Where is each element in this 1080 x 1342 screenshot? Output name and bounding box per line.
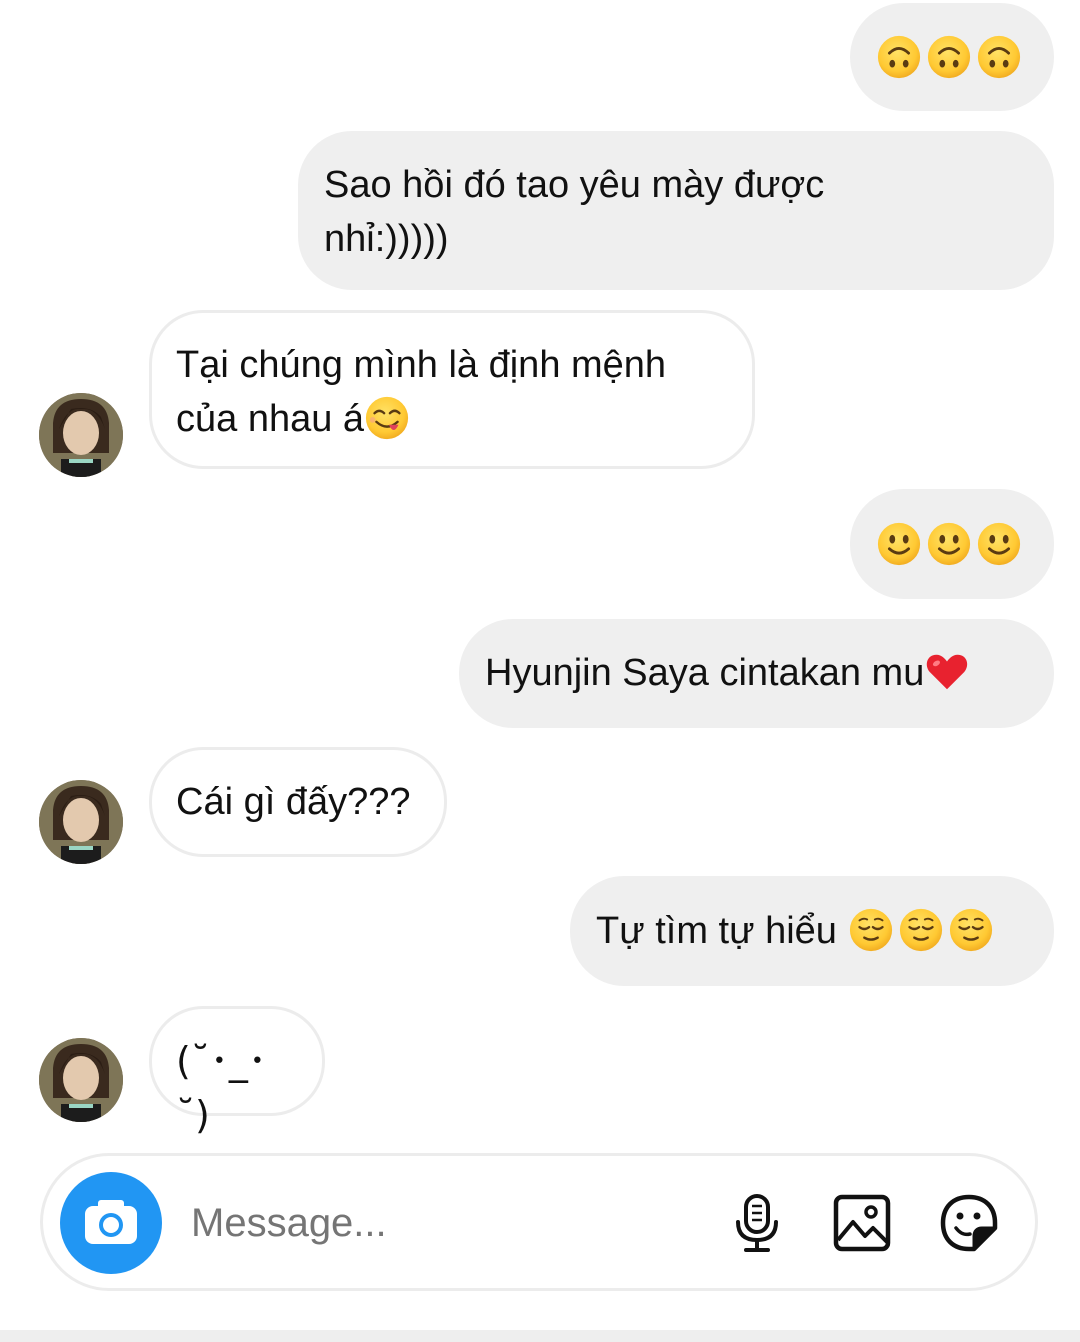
image-gallery-icon[interactable] bbox=[831, 1192, 893, 1254]
incoming-text-message[interactable]: Tại chúng mình là định mệnh của nhau á bbox=[149, 310, 755, 469]
slightly-smiling-face-icon bbox=[876, 521, 922, 567]
message-line: Cái gì đấy??? bbox=[176, 781, 411, 823]
contact-avatar[interactable] bbox=[39, 780, 123, 864]
camera-button[interactable] bbox=[60, 1172, 162, 1274]
face-savoring-food-icon bbox=[364, 395, 410, 441]
contact-avatar[interactable] bbox=[39, 393, 123, 477]
outgoing-emoji-message[interactable] bbox=[850, 3, 1054, 111]
message-line: (˘･_･˘) bbox=[176, 1039, 267, 1137]
outgoing-text-message[interactable]: Sao hồi đó tao yêu mày được nhỉ:))))) bbox=[298, 131, 1054, 290]
upside-down-face-icon bbox=[876, 34, 922, 80]
message-line: của nhau á bbox=[176, 398, 365, 440]
red-heart-icon bbox=[924, 649, 970, 695]
outgoing-text-message[interactable]: Hyunjin Saya cintakan mu bbox=[459, 619, 1054, 728]
outgoing-text-message[interactable]: Tự tìm tự hiểu bbox=[570, 876, 1054, 986]
message-line: Sao hồi đó tao yêu mày được bbox=[324, 164, 825, 206]
message-line: nhỉ:))))) bbox=[324, 218, 449, 260]
message-line: Tại chúng mình là định mệnh bbox=[176, 344, 667, 386]
outgoing-emoji-message[interactable] bbox=[850, 489, 1054, 599]
upside-down-face-icon bbox=[976, 34, 1022, 80]
incoming-text-message[interactable]: Cái gì đấy??? bbox=[149, 747, 447, 857]
relieved-face-icon bbox=[898, 907, 944, 953]
message-line: Tự tìm tự hiểu bbox=[596, 910, 848, 952]
incoming-text-message[interactable]: (˘･_･˘) bbox=[149, 1006, 325, 1137]
contact-avatar[interactable] bbox=[39, 1038, 123, 1122]
message-input[interactable] bbox=[183, 1186, 719, 1260]
slightly-smiling-face-icon bbox=[926, 521, 972, 567]
avatar-photo bbox=[39, 780, 123, 864]
sticker-icon[interactable] bbox=[938, 1192, 1000, 1254]
relieved-face-icon bbox=[948, 907, 994, 953]
avatar-photo bbox=[39, 393, 123, 477]
chat-screen: Sao hồi đó tao yêu mày được nhỉ:))))) Tạ… bbox=[0, 0, 1080, 1342]
upside-down-face-icon bbox=[926, 34, 972, 80]
avatar-photo bbox=[39, 1038, 123, 1122]
slightly-smiling-face-icon bbox=[976, 521, 1022, 567]
message-composer bbox=[40, 1153, 1038, 1291]
microphone-icon[interactable] bbox=[726, 1192, 788, 1254]
camera-icon bbox=[85, 1200, 137, 1244]
message-line: Hyunjin Saya cintakan mu bbox=[485, 652, 925, 694]
system-nav-bar bbox=[0, 1330, 1080, 1342]
relieved-face-icon bbox=[848, 907, 894, 953]
